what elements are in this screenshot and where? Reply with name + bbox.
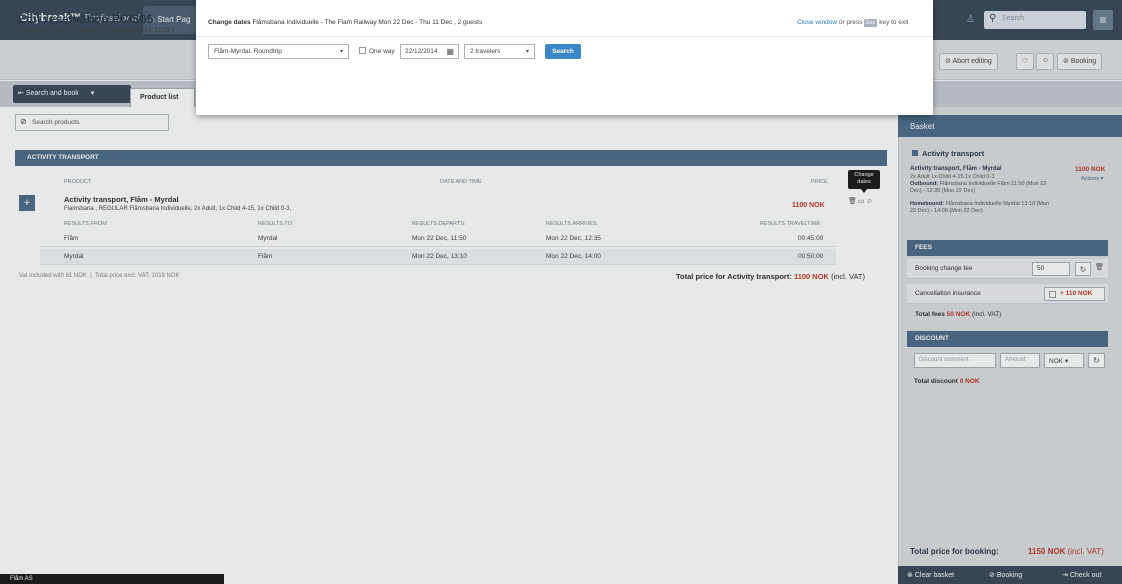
calendar-icon[interactable]: ▦ bbox=[446, 47, 454, 56]
date-input-value: 22/12/2014 bbox=[405, 48, 438, 55]
dialog-divider bbox=[196, 36, 933, 37]
route-select-value: Flåm-Myrdal, Roundtrip bbox=[214, 48, 282, 55]
dialog-close-hint: Close window or press Esc key to exit bbox=[797, 19, 908, 27]
checkbox-icon bbox=[359, 47, 366, 54]
travelers-select[interactable]: 2 travelers ▾ bbox=[464, 44, 535, 59]
chevron-down-icon: ▾ bbox=[525, 49, 529, 55]
date-input[interactable]: 22/12/2014 ▦ bbox=[400, 44, 459, 59]
one-way-checkbox[interactable]: One way bbox=[359, 47, 395, 55]
change-dates-dialog: Change dates Flåmsbana Individuelle - Th… bbox=[196, 0, 933, 115]
dialog-title-rest: Flåmsbana Individuelle - The Flam Railwa… bbox=[252, 19, 483, 26]
travelers-select-value: 2 travelers bbox=[470, 48, 501, 55]
route-select[interactable]: Flåm-Myrdal, Roundtrip ▾ bbox=[208, 44, 349, 59]
close-or-text: or press bbox=[838, 19, 863, 26]
chevron-down-icon: ▾ bbox=[339, 49, 343, 55]
esc-key-badge: Esc bbox=[864, 19, 878, 27]
close-suffix-text: key to exit bbox=[879, 19, 909, 26]
search-button[interactable]: Search bbox=[545, 44, 581, 59]
dialog-title: Change dates Flåmsbana Individuelle - Th… bbox=[208, 19, 482, 26]
one-way-label: One way bbox=[369, 48, 395, 55]
dialog-title-bold: Change dates bbox=[208, 19, 251, 26]
close-window-link[interactable]: Close window bbox=[797, 19, 837, 26]
